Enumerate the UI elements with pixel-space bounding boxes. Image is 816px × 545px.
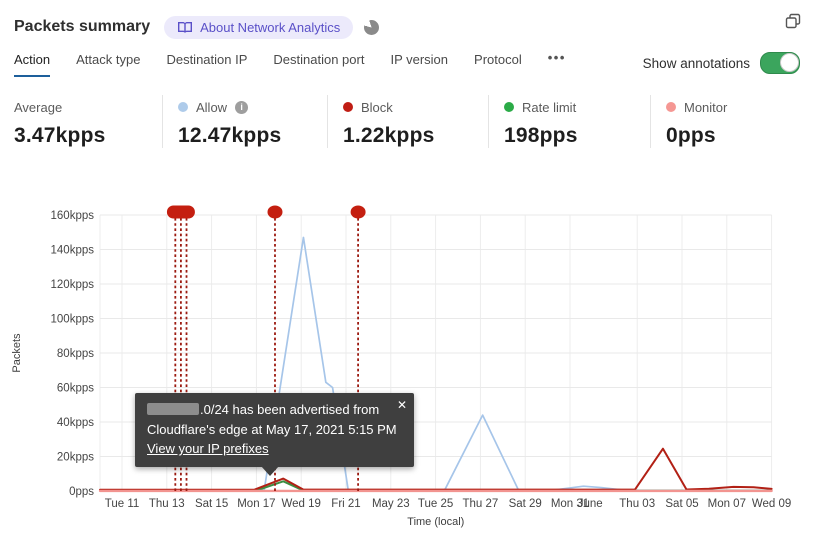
x-tick-label: Thu 27	[462, 498, 498, 510]
y-tick-label: 120kpps	[51, 279, 95, 291]
x-tick-label: Wed 19	[281, 498, 320, 510]
close-icon[interactable]: ✕	[397, 396, 407, 414]
tab-ip-version[interactable]: IP version	[390, 52, 448, 75]
y-tick-label: 40kpps	[57, 417, 94, 429]
header: Packets summary About Network Analytics	[14, 12, 802, 42]
more-tabs-button[interactable]: •••	[548, 50, 566, 65]
tab-destination-port[interactable]: Destination port	[273, 52, 364, 75]
x-tick-label: Thu 13	[149, 498, 185, 510]
stat-allow-label: Allow	[196, 99, 228, 115]
x-axis-title: Time (local)	[407, 516, 464, 528]
tab-attack-type[interactable]: Attack type	[76, 52, 140, 75]
tooltip-line2: Cloudflare's edge at May 17, 2021 5:15 P…	[147, 421, 397, 437]
popout-window-icon[interactable]	[784, 12, 802, 30]
x-tick-label: May 23	[372, 498, 410, 510]
stat-rate-limit-label: Rate limit	[522, 99, 577, 115]
show-annotations-label: Show annotations	[642, 55, 750, 71]
x-tick-label: Sat 29	[509, 498, 542, 510]
view-ip-prefixes-link[interactable]: View your IP prefixes	[147, 441, 269, 456]
tooltip-caret	[261, 465, 279, 476]
x-tick-label: Sat 05	[665, 498, 698, 510]
redacted-ip-prefix	[147, 403, 199, 415]
x-tick-label: Wed 09	[752, 498, 791, 510]
y-tick-label: 60kpps	[57, 383, 94, 395]
stat-average: Average 3.47kpps	[14, 95, 162, 148]
x-tick-label: Sat 15	[195, 498, 228, 510]
y-tick-label: 140kpps	[51, 245, 95, 257]
stat-rate-limit: Rate limit 198pps	[488, 95, 650, 148]
stats-row: Average 3.47kpps Allow i 12.47kpps Block…	[14, 95, 816, 148]
tab-action[interactable]: Action	[14, 52, 51, 77]
packets-time-series-chart[interactable]: 0pps 20kpps 40kpps 60kpps 80kpps 100kpps 120kp…	[0, 185, 816, 545]
x-tick-label: Thu 03	[619, 498, 655, 510]
y-tick-label: 20kpps	[57, 452, 94, 464]
annotation-marker-dot[interactable]	[267, 205, 283, 219]
x-tick-label: June	[578, 498, 603, 510]
allow-legend-dot	[178, 102, 188, 112]
y-tick-label: 100kpps	[51, 314, 95, 326]
about-network-analytics-badge[interactable]: About Network Analytics	[164, 15, 354, 39]
info-icon[interactable]: i	[235, 100, 249, 114]
x-tick-label: Mon 07	[708, 498, 746, 510]
tooltip-line1: .0/24 has been advertised from	[147, 400, 402, 420]
show-annotations-toggle[interactable]	[760, 52, 800, 74]
block-legend-dot	[343, 102, 353, 112]
stat-allow-value: 12.47kpps	[178, 124, 282, 147]
y-axis-title: Packets	[11, 333, 23, 373]
monitor-legend-dot	[666, 102, 676, 112]
badge-label: About Network Analytics	[200, 19, 341, 35]
tab-destination-ip[interactable]: Destination IP	[166, 52, 247, 75]
stat-average-label: Average	[14, 99, 63, 115]
stat-block-label: Block	[361, 99, 393, 115]
stat-average-value: 3.47kpps	[14, 124, 106, 147]
y-tick-label: 160kpps	[51, 210, 95, 222]
rate-limit-legend-dot	[504, 102, 514, 112]
stat-block: Block 1.22kpps	[327, 95, 488, 148]
tab-bar: Action Attack type Destination IP Destin…	[14, 50, 800, 80]
book-icon	[177, 21, 193, 34]
stat-monitor-label: Monitor	[684, 99, 728, 115]
y-tick-label: 80kpps	[57, 348, 94, 360]
packets-summary-panel: Packets summary About Network Analytics …	[0, 0, 816, 545]
stat-monitor-value: 0pps	[666, 124, 716, 147]
stat-rate-limit-value: 198pps	[504, 124, 578, 147]
x-tick-label: Mon 17	[237, 498, 275, 510]
stat-block-value: 1.22kpps	[343, 124, 435, 147]
stat-allow: Allow i 12.47kpps	[162, 95, 327, 148]
show-annotations-control: Show annotations	[643, 52, 800, 74]
annotation-marker-dot[interactable]	[350, 205, 366, 219]
toggle-knob	[780, 53, 799, 72]
annotation-tooltip: ✕ .0/24 has been advertised from Cloudfl…	[135, 393, 414, 476]
tab-protocol[interactable]: Protocol	[474, 52, 522, 75]
annotation-marker-pill[interactable]	[166, 205, 195, 219]
x-tick-label: Tue 11	[105, 498, 140, 510]
x-tick-label: Tue 25	[418, 498, 453, 510]
stat-monitor: Monitor 0pps	[650, 95, 816, 148]
y-tick-label: 0pps	[69, 486, 94, 498]
pie-progress-icon	[364, 19, 380, 35]
page-title: Packets summary	[14, 18, 151, 35]
x-tick-label: Fri 21	[331, 498, 360, 510]
